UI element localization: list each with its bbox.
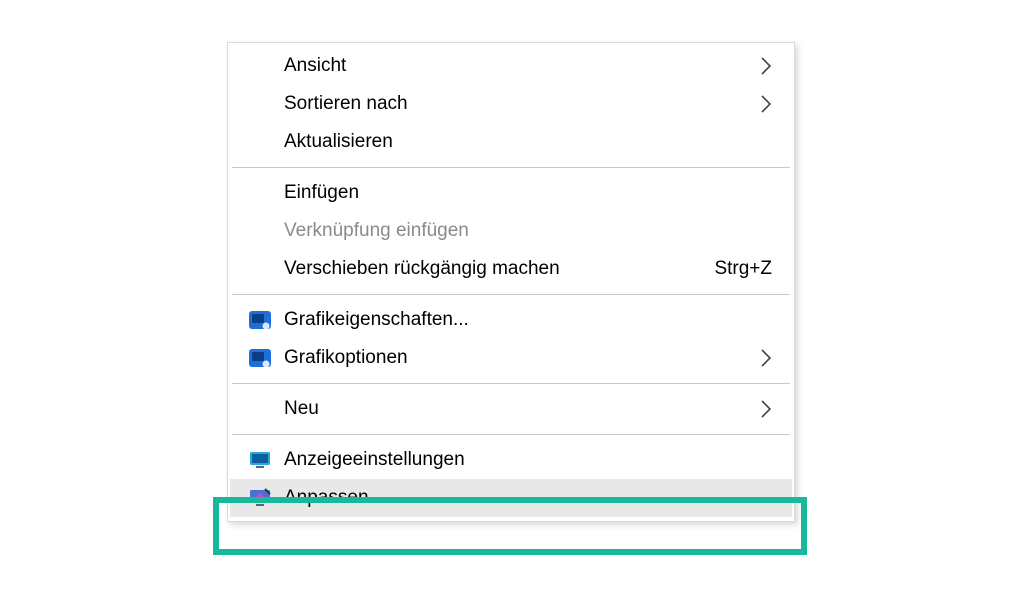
menu-item-new[interactable]: Neu — [230, 390, 792, 428]
menu-item-label: Grafikeigenschaften... — [284, 309, 772, 331]
menu-item-paste-shortcut: Verknüpfung einfügen — [230, 212, 792, 250]
menu-separator — [232, 434, 790, 435]
menu-item-label: Sortieren nach — [284, 93, 748, 115]
menu-item-paste[interactable]: Einfügen — [230, 174, 792, 212]
desktop-context-menu: Ansicht Sortieren nach Aktualisieren Ein… — [227, 42, 795, 522]
intel-graphics-icon — [248, 346, 272, 370]
menu-item-label: Ansicht — [284, 55, 748, 77]
menu-item-label: Einfügen — [284, 182, 772, 204]
chevron-right-icon — [760, 348, 772, 368]
personalize-icon — [248, 486, 272, 510]
chevron-right-icon — [760, 56, 772, 76]
menu-separator — [232, 294, 790, 295]
menu-item-refresh[interactable]: Aktualisieren — [230, 123, 792, 161]
chevron-right-icon — [760, 94, 772, 114]
intel-graphics-icon — [248, 308, 272, 332]
menu-item-label: Anzeigeeinstellungen — [284, 449, 772, 471]
menu-item-label: Verschieben rückgängig machen — [284, 258, 694, 280]
menu-item-graphics-options[interactable]: Grafikoptionen — [230, 339, 792, 377]
menu-separator — [232, 383, 790, 384]
menu-item-label: Aktualisieren — [284, 131, 772, 153]
menu-item-undo-move[interactable]: Verschieben rückgängig machen Strg+Z — [230, 250, 792, 288]
menu-item-personalize[interactable]: Anpassen — [230, 479, 792, 517]
menu-item-label: Grafikoptionen — [284, 347, 748, 369]
menu-item-shortcut: Strg+Z — [714, 258, 772, 280]
menu-separator — [232, 167, 790, 168]
chevron-right-icon — [760, 399, 772, 419]
menu-item-label: Neu — [284, 398, 748, 420]
menu-item-sort[interactable]: Sortieren nach — [230, 85, 792, 123]
display-settings-icon — [248, 448, 272, 472]
menu-item-display-settings[interactable]: Anzeigeeinstellungen — [230, 441, 792, 479]
menu-item-label: Anpassen — [284, 487, 772, 509]
menu-item-label: Verknüpfung einfügen — [284, 220, 772, 242]
menu-item-graphics-properties[interactable]: Grafikeigenschaften... — [230, 301, 792, 339]
menu-item-view[interactable]: Ansicht — [230, 47, 792, 85]
